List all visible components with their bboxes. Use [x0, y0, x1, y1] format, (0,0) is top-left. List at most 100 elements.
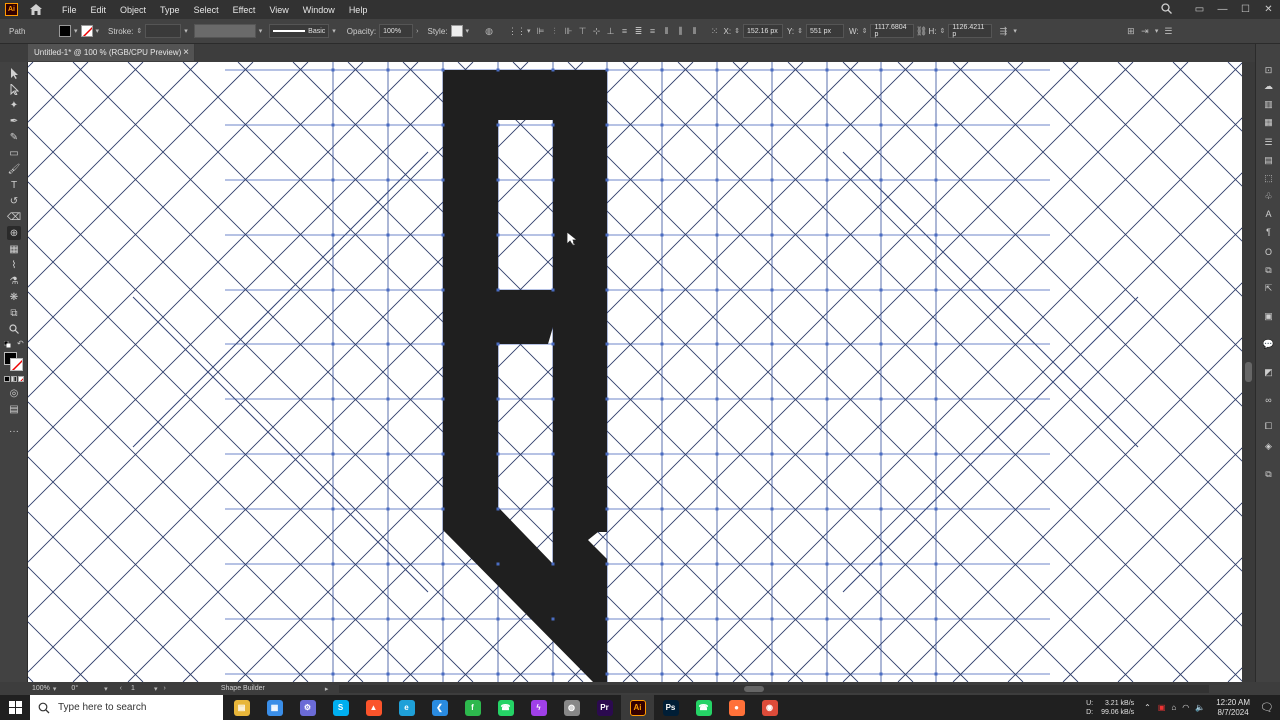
skype-icon[interactable]: S — [324, 695, 357, 720]
stroke-label[interactable]: Stroke: — [108, 27, 133, 36]
opacity-label[interactable]: Opacity: — [347, 27, 376, 36]
align-left-icon[interactable]: ⊫ — [534, 24, 548, 38]
drawing-mode-icon[interactable]: ◎ — [7, 386, 21, 400]
align-top-icon[interactable]: ⊤ — [576, 24, 590, 38]
stroke-color-box[interactable] — [10, 358, 23, 371]
distribute-right-icon[interactable]: ⫴ — [688, 24, 702, 38]
home-icon[interactable] — [28, 2, 44, 18]
layers-panel-icon[interactable]: ▥ — [1262, 98, 1275, 110]
y-stepper[interactable]: ⇕ — [797, 27, 803, 35]
menu-effect[interactable]: Effect — [233, 5, 256, 15]
distribute-bottom-icon[interactable]: ≡ — [646, 24, 660, 38]
align-panel-icon[interactable]: ⧉ — [1262, 468, 1275, 480]
chrome-icon[interactable]: ◉ — [753, 695, 786, 720]
align-right-icon[interactable]: ⊪ — [562, 24, 576, 38]
align-bottom-icon[interactable]: ⊥ — [604, 24, 618, 38]
pathfinder-panel-icon[interactable]: ⧉ — [1262, 264, 1275, 276]
close-tab-icon[interactable]: × — [183, 47, 189, 58]
vertical-scroll-thumb[interactable] — [1245, 362, 1252, 382]
taskbar-search-box[interactable]: Type here to search — [30, 695, 223, 720]
distribute-hcenter-icon[interactable]: ⫼ — [674, 24, 688, 38]
shape-builder-tool-icon[interactable]: ⊕ — [7, 226, 21, 240]
workspace-dropdown-icon[interactable]: ▾ — [1155, 27, 1159, 35]
menu-edit[interactable]: Edit — [91, 5, 107, 15]
zoom-tool-icon[interactable] — [7, 322, 21, 336]
graphic-style-swatch[interactable] — [450, 25, 463, 37]
menu-file[interactable]: File — [62, 5, 77, 15]
distribute-top-icon[interactable]: ≡ — [618, 24, 632, 38]
file-explorer-icon[interactable]: ▤ — [225, 695, 258, 720]
variable-width-dropdown-icon[interactable]: ▾ — [259, 27, 263, 35]
export-panel-icon[interactable]: ⇱ — [1262, 282, 1275, 294]
style-dropdown-icon[interactable]: ▾ — [466, 27, 470, 35]
pen-tool-icon[interactable]: ✒ — [7, 114, 21, 128]
zoom-dropdown-icon[interactable]: ▾ — [53, 685, 57, 693]
eyedropper-tool-icon[interactable]: ⌇ — [7, 258, 21, 272]
align-hcenter-icon[interactable]: ⫶ — [548, 24, 562, 38]
stroke-weight-field[interactable] — [145, 24, 182, 38]
menu-select[interactable]: Select — [194, 5, 219, 15]
transform-reference-icon[interactable]: ⁙ — [708, 24, 722, 38]
tray-app-icon[interactable]: ▣ — [1158, 703, 1166, 712]
symbol-sprayer-tool-icon[interactable]: ❋ — [7, 290, 21, 304]
letter-shape[interactable] — [443, 70, 607, 682]
opacity-field[interactable]: 100% — [379, 24, 414, 38]
artboard-canvas[interactable] — [28, 62, 1242, 682]
fill-swatch[interactable] — [59, 25, 71, 37]
brush-definition[interactable]: Basic — [269, 24, 330, 38]
premiere-icon[interactable]: Pr — [588, 695, 621, 720]
paragraph-panel-icon[interactable]: ¶ — [1262, 226, 1275, 238]
opacity-arrow-icon[interactable]: › — [416, 28, 418, 35]
status-menu-arrow-icon[interactable]: ▸ — [325, 685, 329, 693]
gradient-panel-icon[interactable]: ▤ — [1262, 154, 1275, 166]
height-field[interactable]: 1126.4211 p — [948, 24, 993, 38]
height-stepper[interactable]: ⇕ — [939, 27, 945, 35]
libraries-panel-icon[interactable]: ☁ — [1262, 80, 1275, 92]
document-tab[interactable]: Untitled-1* @ 100 % (RGB/CPU Preview) × — [28, 44, 195, 61]
workspace-switcher-icon[interactable]: ⇥ — [1138, 24, 1152, 38]
character-panel-icon[interactable]: A — [1262, 208, 1275, 220]
store-icon[interactable]: ▦ — [258, 695, 291, 720]
align-to-icon[interactable]: ⋮⋮ — [508, 24, 526, 38]
artwork[interactable] — [28, 62, 1242, 682]
notifications-icon[interactable]: 🗨 — [1260, 701, 1274, 714]
opentype-panel-icon[interactable]: O — [1262, 246, 1275, 258]
y-field[interactable]: 551 px — [805, 24, 844, 38]
screen-mode-icon[interactable]: ▤ — [7, 402, 21, 416]
menu-type[interactable]: Type — [160, 5, 180, 15]
type-tool-icon[interactable]: T — [7, 178, 21, 192]
rotation-dropdown-icon[interactable]: ▾ — [104, 685, 108, 693]
constrain-proportions-icon[interactable]: ⛓ — [914, 24, 928, 38]
links-panel-icon[interactable]: ∞ — [1262, 394, 1275, 406]
rectangle-tool-icon[interactable]: ▭ — [7, 146, 21, 160]
vertical-scrollbar[interactable] — [1242, 62, 1255, 682]
arrange-documents-icon[interactable]: ▭ — [1188, 4, 1211, 15]
layers-stack-icon[interactable]: ◈ — [1262, 440, 1275, 452]
magic-wand-tool-icon[interactable]: ✦ — [7, 98, 21, 112]
rotate-tool-icon[interactable]: ↺ — [7, 194, 21, 208]
width-stepper[interactable]: ⇕ — [862, 27, 868, 35]
horizontal-scrollbar[interactable] — [339, 684, 1210, 693]
zoom-level[interactable]: 100% ▾ — [32, 685, 59, 693]
swap-colors-icon[interactable]: ↶ — [17, 339, 24, 348]
tray-overflow-icon[interactable]: ⌃ — [1144, 703, 1151, 712]
selection-tool-icon[interactable] — [7, 66, 21, 80]
artboard-navigation[interactable]: ‹ 1 ▾ › — [117, 685, 169, 693]
green-app-icon[interactable]: f — [456, 695, 489, 720]
clock[interactable]: 12:20 AM 8/7/2024 — [1216, 698, 1250, 718]
symbols-panel-icon[interactable]: ♧ — [1262, 190, 1275, 202]
menu-object[interactable]: Object — [120, 5, 146, 15]
transparency-panel-icon[interactable]: ⬚ — [1262, 172, 1275, 184]
recolor-artwork-icon[interactable]: ◍ — [482, 24, 496, 38]
fill-dropdown-icon[interactable]: ▾ — [74, 27, 78, 35]
minimize-button[interactable]: — — [1211, 4, 1234, 15]
rotate-view[interactable]: 0° ▾ — [71, 685, 110, 693]
variable-width-profile[interactable] — [193, 24, 256, 38]
arrange-panels-icon[interactable]: ⊞ — [1124, 24, 1138, 38]
next-artboard-icon[interactable]: › — [164, 685, 166, 692]
default-colors-icon[interactable] — [3, 340, 11, 348]
stroke-swatch[interactable] — [80, 25, 93, 37]
menu-help[interactable]: Help — [349, 5, 368, 15]
stroke-dropdown-icon[interactable]: ▾ — [96, 27, 100, 35]
x-field[interactable]: 152.16 px — [742, 24, 783, 38]
